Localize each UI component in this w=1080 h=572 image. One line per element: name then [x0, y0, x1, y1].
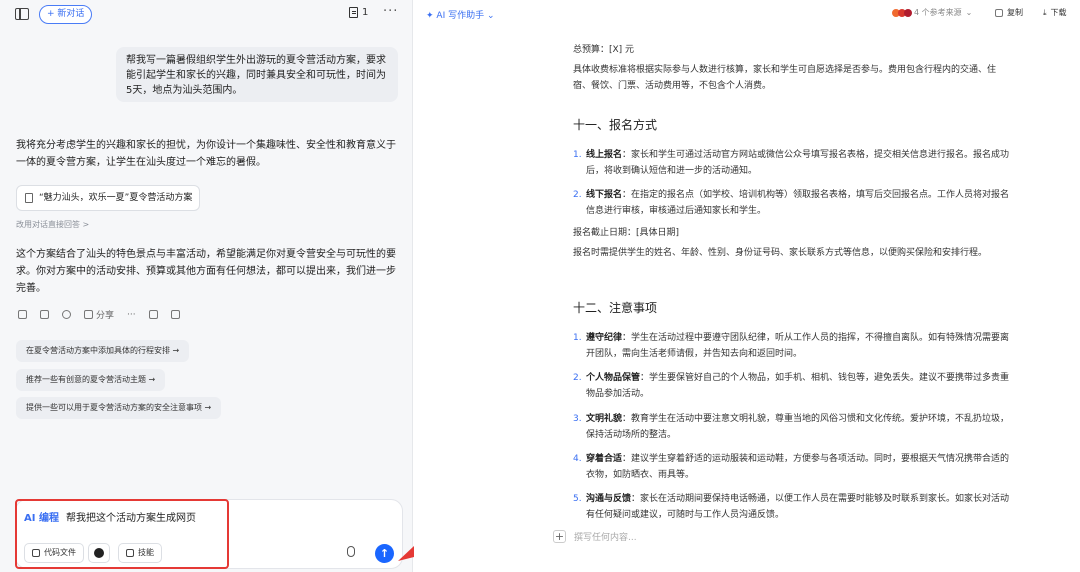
sparkle-icon: ✦ [426, 11, 434, 21]
user-message: 帮我写一篇暑假组织学生外出游玩的夏令营活动方案，要求能引起学生和家长的兴趣，同时… [116, 47, 398, 102]
suggestion-chip[interactable]: 推荐一些有创意的夏令营活动主题 → [16, 369, 166, 391]
share-label: 分享 [96, 311, 115, 321]
list-item: 5. 沟通与反馈：家长在活动期间要保持电话畅通，以便工作人员在需要时能够及时联系到… [573, 494, 1010, 520]
reference-sources-button[interactable]: 4 个参考来源 ⌄ [892, 7, 972, 18]
list-item: 4. 穿着合适：建议学生穿着舒适的运动服装和运动鞋，方便参与各项活动。同时，要根据… [573, 454, 1010, 480]
speaker-icon [18, 310, 27, 319]
copy-button[interactable]: 复制 [995, 7, 1023, 18]
section-12-heading: 十二、注意事项 [573, 301, 658, 315]
grid-icon [126, 549, 134, 557]
section-11-heading: 十一、报名方式 [573, 118, 658, 132]
doc-count-label: 1 [362, 7, 369, 18]
list-item: 2. 个人物品保管：学生要保管好自己的个人物品，如手机、相机、钱包等，避免丢失。建… [573, 373, 1010, 399]
assistant-reply-intro: 我将充分考虑学生的兴趣和家长的担忧，为你设计一个集趣味性、安全性和教育意义于一体… [16, 140, 396, 168]
chevron-down-icon: ⌄ [486, 11, 495, 21]
share-button[interactable]: 分享 [84, 308, 114, 321]
download-button[interactable]: ⤓ 下载 [1043, 7, 1067, 18]
assistant-reply-outro: 这个方案结合了汕头的特色景点与丰富活动，希望能满足你对夏令营安全与可玩性的要求。… [16, 249, 396, 294]
share-icon [84, 310, 93, 319]
like-button[interactable] [148, 310, 158, 319]
document-write-input[interactable]: + 撰写任何内容... [553, 530, 637, 543]
generated-doc-card[interactable]: “魅力汕头，欢乐一夏”夏令营活动方案 [16, 185, 200, 211]
github-icon [94, 548, 104, 558]
file-icon [25, 193, 33, 203]
github-button[interactable] [88, 543, 110, 563]
list-item: 2. 线下报名：在指定的报名点（如学校、培训机构等）领取报名表格，填写后交回报名点… [573, 190, 1010, 216]
thumbs-up-icon [148, 310, 158, 319]
microphone-icon[interactable] [347, 546, 355, 557]
copy-message-button[interactable] [40, 310, 49, 319]
reference-sources-label: 4 个参考来源 [914, 8, 962, 17]
read-aloud-button[interactable] [18, 310, 27, 319]
message-actions: 分享 ··· [18, 308, 180, 321]
direct-answer-link[interactable]: 改用对话直接回答 > [16, 219, 89, 230]
deadline-line: 报名截止日期：[具体日期] [573, 228, 680, 238]
document-write-placeholder: 撰写任何内容... [574, 533, 637, 543]
message-more-button[interactable]: ··· [127, 310, 136, 320]
refresh-icon [62, 310, 71, 319]
paperclip-icon [32, 549, 40, 557]
list-item: 3. 文明礼貌：教育学生在活动中要注意文明礼貌，尊重当地的风俗习惯和文化传统。爱护… [573, 414, 1010, 440]
skills-label: 技能 [138, 548, 154, 557]
new-chat-button[interactable]: + 新对话 [39, 5, 93, 24]
code-file-button[interactable]: 代码文件 [24, 543, 84, 563]
document-icon [349, 7, 358, 18]
more-icon[interactable]: ··· [383, 4, 398, 19]
chevron-down-icon: ⌄ [965, 8, 973, 17]
regenerate-button[interactable] [62, 310, 71, 319]
budget-description: 具体收费标准将根据实际参与人数进行核算，家长和学生可自愿选择是否参与。费用包含行… [573, 65, 997, 91]
ai-writer-label: AI 写作助手 [436, 11, 485, 21]
thumbs-down-icon [170, 310, 180, 319]
suggestion-chip[interactable]: 提供一些可以用于夏令营活动方案的安全注意事项 → [16, 397, 222, 419]
copy-icon [995, 8, 1003, 17]
sidebar-toggle-icon[interactable] [15, 8, 29, 20]
code-file-label: 代码文件 [44, 548, 76, 557]
list-item: 1. 遵守纪律：学生在活动过程中要遵守团队纪律，听从工作人员的指挥，不得擅自离队。… [573, 333, 1010, 359]
budget-line: 总预算：[X] 元 [573, 45, 635, 55]
ai-programming-tag[interactable]: AI 编程 [24, 509, 59, 524]
copy-icon [40, 310, 49, 319]
skills-button[interactable]: 技能 [118, 543, 162, 563]
generated-doc-title: “魅力汕头，欢乐一夏”夏令营活动方案 [39, 193, 193, 203]
chat-input-text[interactable]: 帮我把这个活动方案生成网页 [66, 509, 196, 524]
plus-icon[interactable]: + [553, 530, 566, 543]
list-item: 1. 线上报名：家长和学生可通过活动官方网站或微信公众号填写报名表格，提交相关信息… [573, 150, 1010, 176]
ai-writer-dropdown[interactable]: ✦ AI 写作助手 ⌄ [426, 8, 495, 21]
doc-count-button[interactable]: 1 [349, 7, 368, 18]
suggestion-chip[interactable]: 在夏令营活动方案中添加具体的行程安排 → [16, 340, 190, 362]
source-logos-icon [892, 8, 912, 17]
dislike-button[interactable] [170, 310, 180, 319]
copy-label: 复制 [1007, 8, 1023, 17]
download-icon: ⤓ [1043, 7, 1047, 17]
registration-note: 报名时需提供学生的姓名、年龄、性别、身份证号码、家长联系方式等信息，以便购买保险… [573, 248, 988, 258]
download-label: 下载 [1050, 8, 1067, 17]
